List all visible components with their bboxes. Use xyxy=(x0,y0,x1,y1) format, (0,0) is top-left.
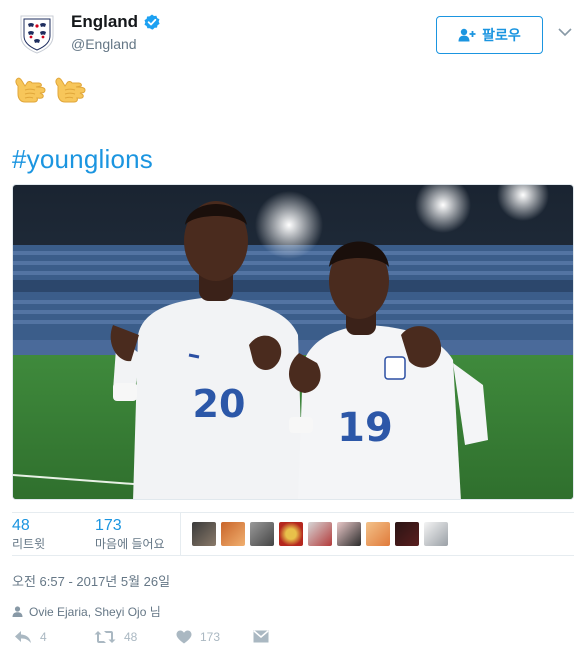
tweet-timestamp[interactable]: 오전 6:57 - 2017년 5월 26일 xyxy=(12,571,170,590)
name-row: England xyxy=(71,12,160,32)
jersey-number-left: 20 xyxy=(193,382,246,426)
direct-message-button[interactable] xyxy=(253,630,269,643)
liker-avatar[interactable] xyxy=(221,522,245,546)
liker-avatar[interactable] xyxy=(308,522,332,546)
display-name[interactable]: England xyxy=(71,12,138,32)
retweet-button[interactable]: 48 xyxy=(94,630,137,644)
like-stat[interactable]: 173 마음에 들어요 xyxy=(95,517,165,553)
user-handle[interactable]: @England xyxy=(71,36,137,52)
like-count: 173 xyxy=(95,517,122,534)
liker-avatar[interactable] xyxy=(192,522,216,546)
chevron-down-icon[interactable] xyxy=(557,26,573,38)
reply-icon xyxy=(15,631,31,643)
heart-icon xyxy=(176,630,192,644)
envelope-icon xyxy=(253,630,269,643)
tagged-users: Ovie Ejaria, Sheyi Ojo 님 xyxy=(12,603,161,620)
liker-avatar[interactable] xyxy=(424,522,448,546)
follow-button[interactable]: 팔로우 xyxy=(436,16,543,54)
liker-avatar[interactable] xyxy=(250,522,274,546)
follow-button-label: 팔로우 xyxy=(482,27,521,43)
retweet-action-count: 48 xyxy=(124,630,138,644)
liker-avatar[interactable] xyxy=(337,522,361,546)
retweet-label: 리트윗 xyxy=(12,537,46,551)
jersey-number-right: 19 xyxy=(337,405,393,451)
tweet-stats: 48 리트윗 173 마음에 들어요 xyxy=(12,512,574,556)
liker-avatars xyxy=(192,522,448,546)
reply-count: 4 xyxy=(40,630,47,644)
like-action-count: 173 xyxy=(200,630,221,644)
call-me-hand-emoji-icon xyxy=(15,77,46,103)
add-user-icon xyxy=(458,28,476,42)
liker-avatar[interactable] xyxy=(279,522,303,546)
hashtag-link[interactable]: #younglions xyxy=(12,144,153,175)
stadium-photo: 20 19 xyxy=(13,185,573,499)
reply-button[interactable]: 4 xyxy=(14,630,47,644)
stats-divider xyxy=(180,513,181,555)
liker-avatar[interactable] xyxy=(395,522,419,546)
like-button[interactable]: 173 xyxy=(176,630,220,644)
tweet-header: England @England 팔로우 xyxy=(0,0,586,60)
england-crest-avatar[interactable] xyxy=(18,14,56,54)
retweet-count: 48 xyxy=(12,517,30,534)
retweet-stat[interactable]: 48 리트윗 xyxy=(12,517,45,553)
liker-avatar[interactable] xyxy=(366,522,390,546)
call-me-hand-emoji-icon xyxy=(55,77,86,103)
emoji-row xyxy=(12,72,88,108)
tweet-actions: 4 48 173 xyxy=(12,630,312,650)
verified-badge-icon xyxy=(144,14,160,30)
retweet-icon xyxy=(94,631,116,643)
like-label: 마음에 들어요 xyxy=(95,537,165,551)
tagged-users-text[interactable]: Ovie Ejaria, Sheyi Ojo 님 xyxy=(29,603,161,620)
tweet-photo[interactable]: 20 19 xyxy=(12,184,574,500)
person-icon xyxy=(12,606,23,617)
